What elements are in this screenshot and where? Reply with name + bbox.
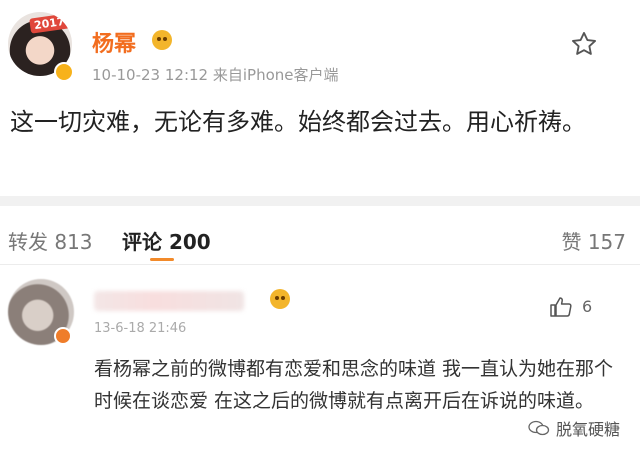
section-divider (0, 196, 640, 206)
favorite-star-icon[interactable] (570, 30, 598, 58)
comment-like-count: 6 (582, 297, 593, 316)
watermark: 脱氧硬糖 (528, 416, 620, 440)
watermark-text: 脱氧硬糖 (556, 420, 621, 439)
avatar-year-tag: 2017 (29, 13, 70, 34)
post-meta: 10-10-23 12:12 来自iPhone客户端 (92, 66, 339, 84)
post-username[interactable]: 杨幂 (92, 26, 136, 58)
wechat-icon (528, 420, 550, 436)
interaction-tabs: 转发 813 评论 200 赞 157 (0, 206, 640, 264)
commenter-badge-icon (54, 327, 72, 345)
weibo-post: 2017 杨幂 10-10-23 12:12 来自iPhone客户端 这一切灾难… (0, 0, 640, 196)
comment-text: 看杨幂之前的微博都有恋爱和思念的味道 我一直认为她在那个时候在谈恋爱 在这之后的… (94, 358, 614, 412)
commenter-vip-emoji-icon (270, 289, 290, 309)
thumbs-up-icon[interactable] (548, 295, 574, 319)
commenter-name-blurred[interactable] (94, 291, 244, 311)
tab-likes[interactable]: 赞 157 (561, 226, 626, 255)
vip-emoji-icon (152, 30, 172, 50)
active-tab-indicator (150, 258, 174, 261)
post-content: 这一切灾难，无论有多难。始终都会过去。用心祈祷。 (10, 108, 586, 136)
tab-repost[interactable]: 转发 813 (8, 226, 93, 255)
tab-comments[interactable]: 评论 200 (122, 226, 211, 255)
comment-timestamp: 13-6-18 21:46 (94, 321, 187, 336)
verified-badge-icon (54, 62, 74, 82)
